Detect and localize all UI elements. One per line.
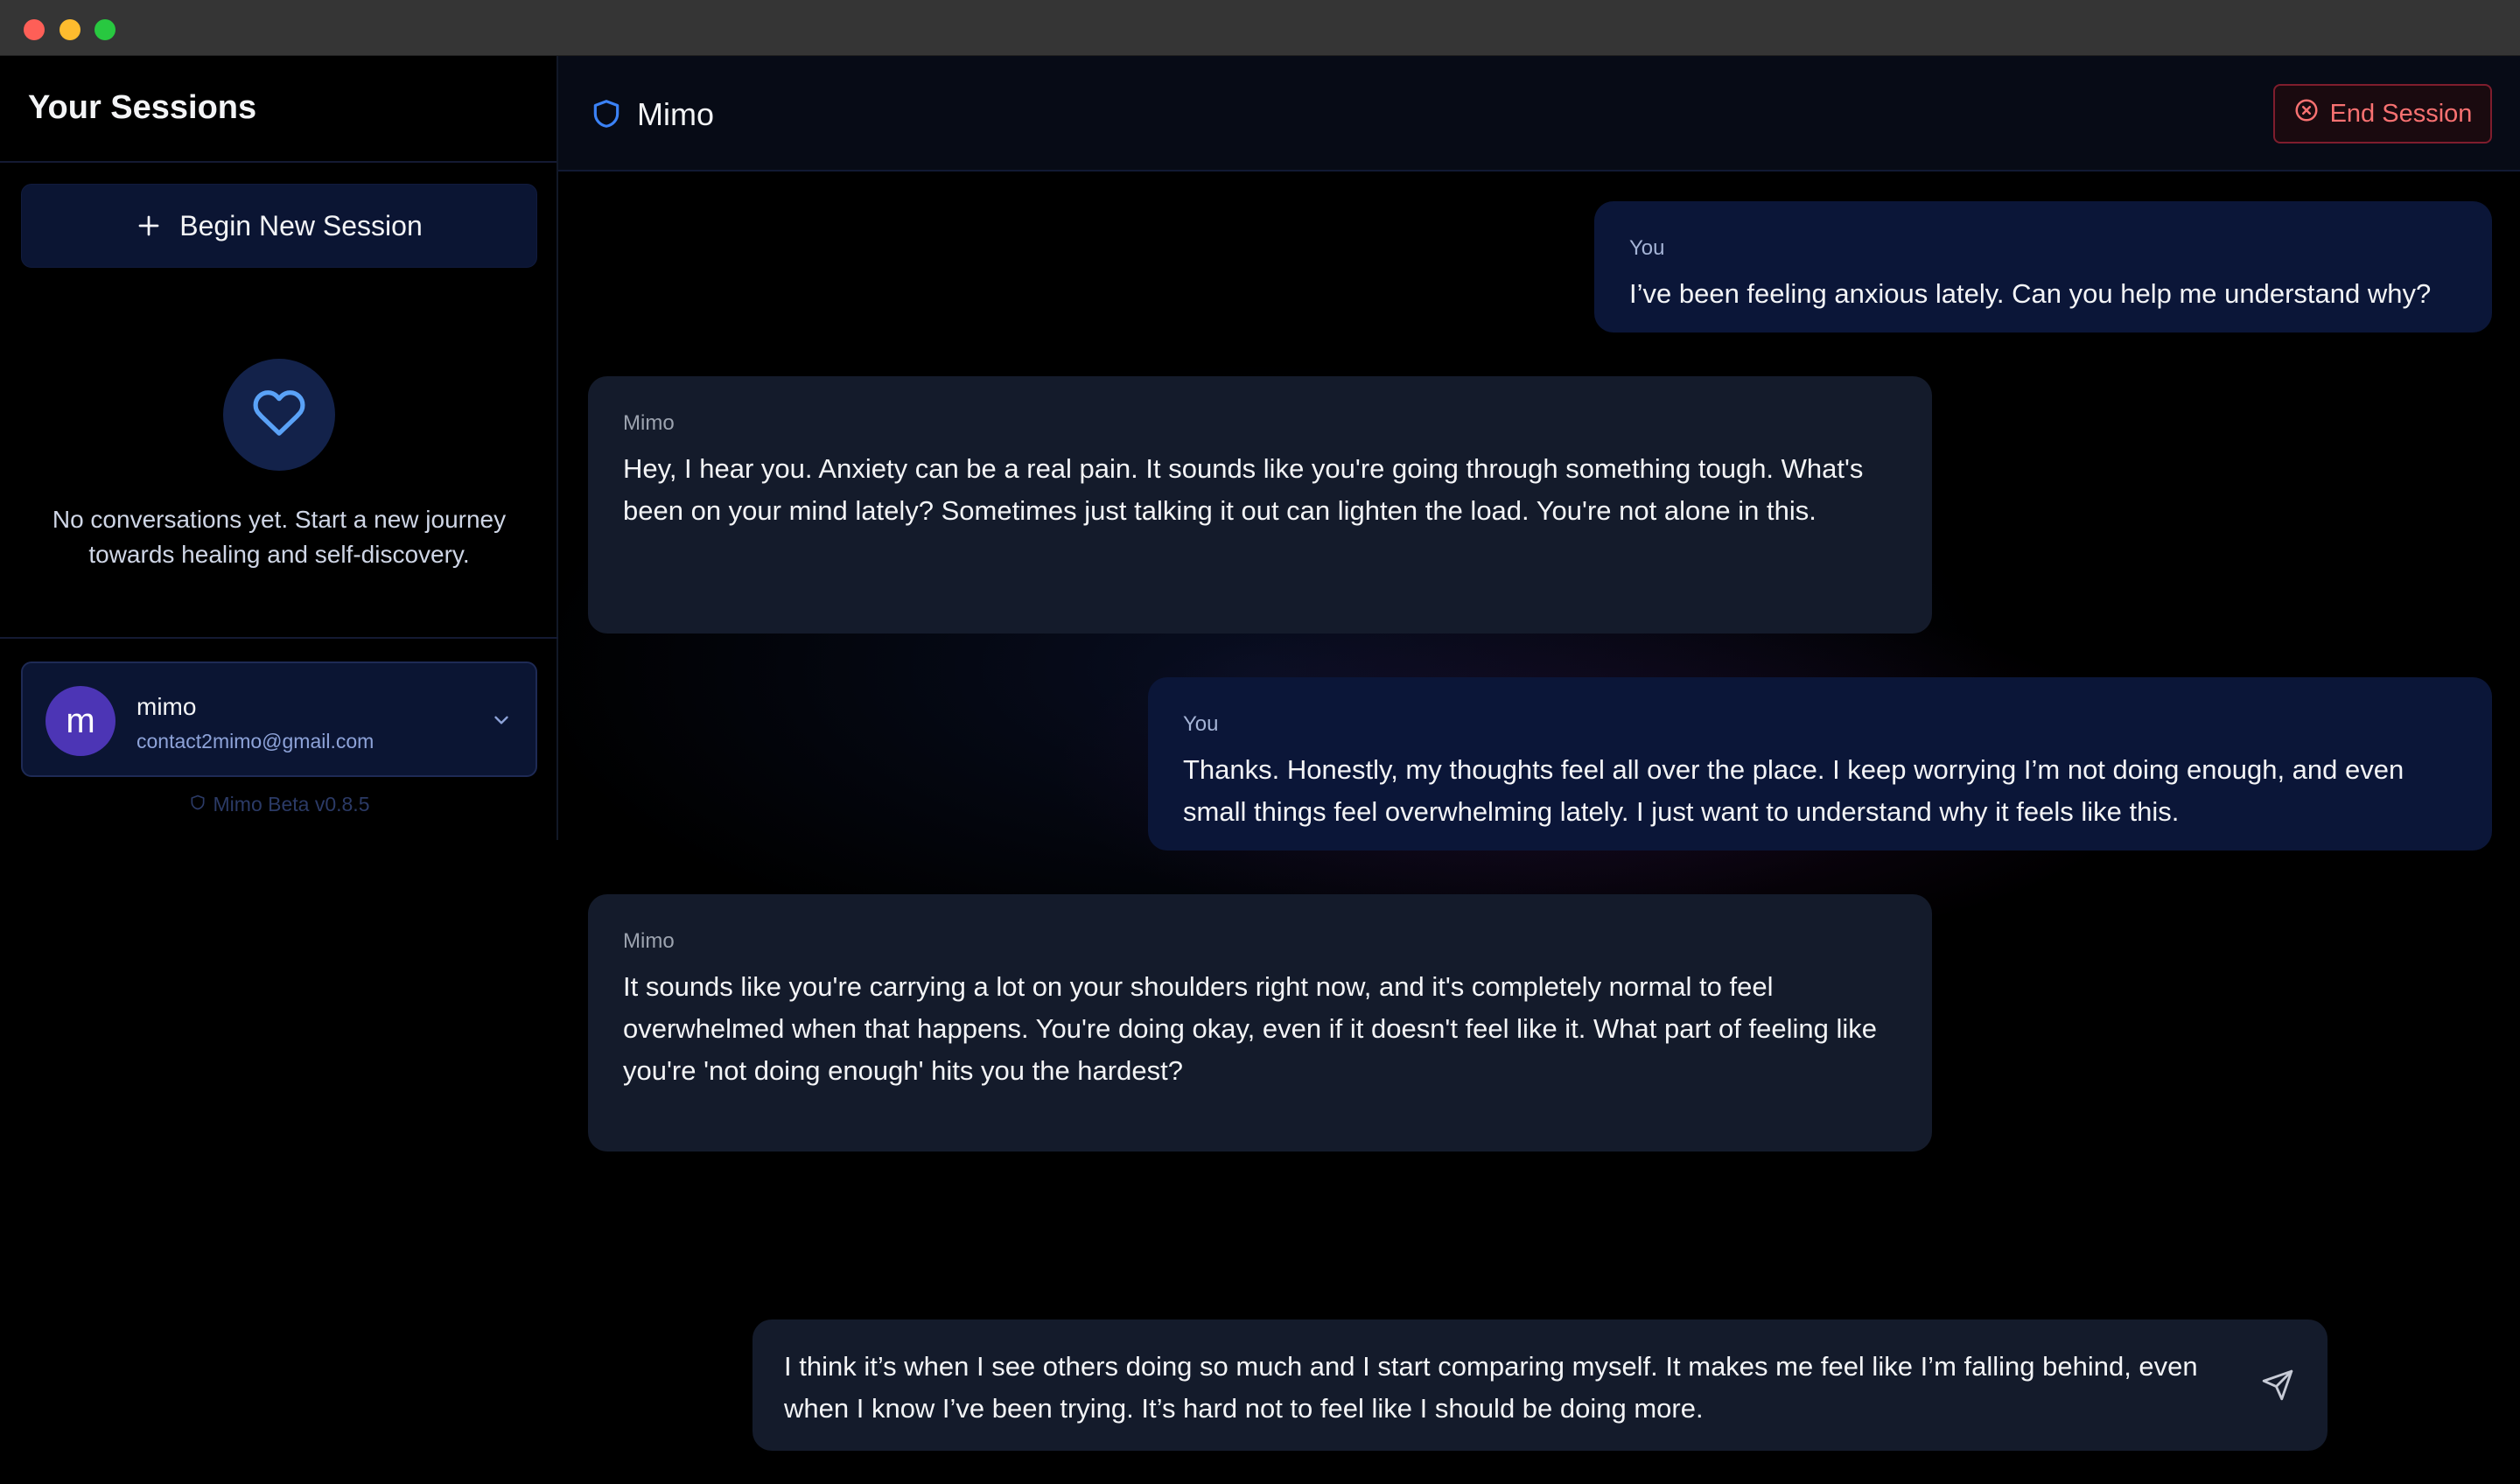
minimize-window-button[interactable]	[60, 19, 80, 40]
window-titlebar	[0, 0, 2520, 56]
send-icon[interactable]	[2261, 1368, 2294, 1406]
sidebar-header: Your Sessions	[0, 56, 556, 163]
avatar: m	[46, 686, 116, 756]
begin-new-session-label: Begin New Session	[179, 209, 423, 242]
message-text: I’ve been feeling anxious lately. Can yo…	[1629, 278, 2432, 309]
message-input[interactable]: I think it’s when I see others doing so …	[752, 1320, 2328, 1451]
user-email: contact2mimo@gmail.com	[136, 730, 374, 752]
heart-badge	[223, 359, 335, 471]
chat-header: Mimo End Session	[558, 56, 2520, 172]
message-user: You I’ve been feeling anxious lately. Ca…	[1594, 201, 2492, 332]
message-sender: You	[1183, 712, 1219, 736]
user-name: mimo	[136, 693, 197, 720]
shield-icon	[590, 95, 623, 136]
message-text: It sounds like you're carrying a lot on …	[623, 971, 1877, 1086]
empty-state-text: No conversations yet. Start a new journe…	[52, 506, 507, 568]
chat-panel: Mimo End Session You I’ve been feeling a…	[558, 56, 2520, 1484]
user-account-menu[interactable]: m mimo contact2mimo@gmail.com	[21, 662, 537, 777]
heart-icon	[252, 386, 306, 444]
x-circle-icon	[2293, 97, 2320, 130]
message-assistant: Mimo Hey, I hear you. Anxiety can be a r…	[588, 376, 1932, 634]
sidebar: Your Sessions Begin New Session No conve…	[0, 56, 558, 840]
maximize-window-button[interactable]	[94, 19, 116, 40]
message-text: Hey, I hear you. Anxiety can be a real p…	[623, 453, 1864, 526]
message-sender: You	[1629, 236, 1665, 260]
message-sender: Mimo	[623, 411, 675, 435]
app-version: Mimo Beta v0.8.5	[0, 793, 558, 816]
end-session-label: End Session	[2329, 99, 2473, 128]
message-assistant: Mimo It sounds like you're carrying a lo…	[588, 894, 1932, 1152]
message-text: Thanks. Honestly, my thoughts feel all o…	[1183, 754, 2404, 827]
close-window-button[interactable]	[24, 19, 45, 40]
plus-icon	[136, 213, 162, 239]
message-input-text[interactable]: I think it’s when I see others doing so …	[784, 1346, 2222, 1430]
message-user: You Thanks. Honestly, my thoughts feel a…	[1148, 677, 2492, 850]
app-version-text: Mimo Beta v0.8.5	[213, 793, 370, 816]
end-session-button[interactable]: End Session	[2273, 84, 2492, 144]
begin-new-session-button[interactable]: Begin New Session	[21, 184, 537, 268]
shield-icon	[189, 793, 206, 816]
sidebar-divider	[0, 637, 558, 639]
empty-state: No conversations yet. Start a new journe…	[0, 359, 558, 572]
chat-title: Mimo	[637, 96, 714, 132]
chevron-down-icon[interactable]	[490, 709, 513, 736]
sidebar-title: Your Sessions	[28, 89, 257, 126]
message-sender: Mimo	[623, 929, 675, 953]
